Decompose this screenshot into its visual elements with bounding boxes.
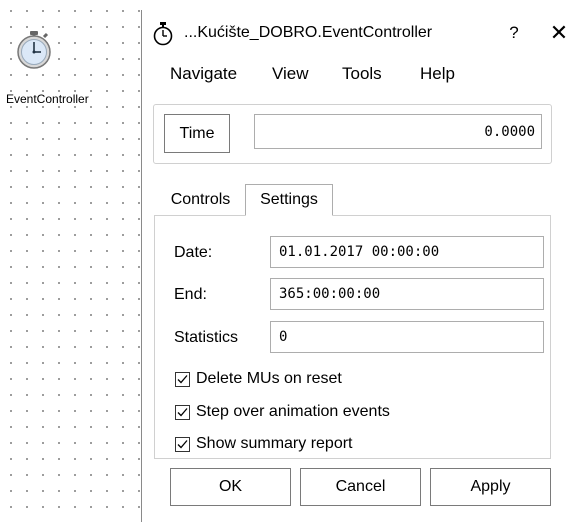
time-field[interactable]: 0.0000 [254, 114, 542, 149]
event-controller-object[interactable] [14, 30, 54, 70]
ok-button[interactable]: OK [170, 468, 291, 506]
step-over-animation-events-checkbox-row[interactable]: Step over animation events [175, 401, 390, 423]
menu-view[interactable]: View [272, 64, 309, 84]
checkmark-icon [177, 374, 188, 383]
show-summary-report-checkbox[interactable] [175, 436, 190, 452]
time-group: Time 0.0000 [153, 104, 552, 164]
help-button[interactable]: ? [504, 23, 524, 43]
checkmark-icon [177, 407, 188, 416]
show-summary-report-checkbox-row[interactable]: Show summary report [175, 433, 353, 455]
end-field[interactable]: 365:00:00:00 [270, 278, 544, 310]
step-over-animation-events-label: Step over animation events [196, 403, 390, 420]
delete-mus-on-reset-checkbox[interactable] [175, 371, 190, 387]
event-controller-label: EventController [5, 92, 90, 106]
window-title: ...Kućište_DOBRO.EventController [184, 24, 433, 41]
delete-mus-on-reset-checkbox-row[interactable]: Delete MUs on reset [175, 368, 342, 390]
event-controller-dialog: ...Kućište_DOBRO.EventController ? ✕ Nav… [141, 10, 576, 522]
apply-button[interactable]: Apply [430, 468, 551, 506]
settings-panel: Date: 01.01.2017 00:00:00 End: 365:00:00… [154, 215, 551, 459]
menu-bar: Navigate View Tools Help [142, 60, 576, 90]
date-field[interactable]: 01.01.2017 00:00:00 [270, 236, 544, 268]
cancel-button[interactable]: Cancel [300, 468, 421, 506]
end-label: End: [174, 286, 207, 303]
statistics-field[interactable]: 0 [270, 321, 544, 353]
tab-settings[interactable]: Settings [245, 184, 333, 216]
date-label: Date: [174, 244, 213, 261]
close-button[interactable]: ✕ [545, 20, 573, 46]
step-over-animation-events-checkbox[interactable] [175, 404, 190, 420]
frame-canvas[interactable]: EventController [0, 0, 140, 522]
title-bar[interactable]: ...Kućište_DOBRO.EventController ? ✕ [142, 10, 576, 60]
statistics-label: Statistics [174, 329, 239, 346]
checkmark-icon [177, 439, 188, 448]
delete-mus-on-reset-label: Delete MUs on reset [196, 370, 342, 387]
time-button[interactable]: Time [164, 114, 230, 153]
menu-navigate[interactable]: Navigate [170, 64, 237, 84]
menu-help[interactable]: Help [420, 64, 455, 84]
stopwatch-icon [17, 31, 51, 69]
tab-controls[interactable]: Controls [156, 184, 245, 215]
show-summary-report-label: Show summary report [196, 435, 353, 452]
menu-tools[interactable]: Tools [342, 64, 382, 84]
stopwatch-icon [153, 22, 173, 46]
